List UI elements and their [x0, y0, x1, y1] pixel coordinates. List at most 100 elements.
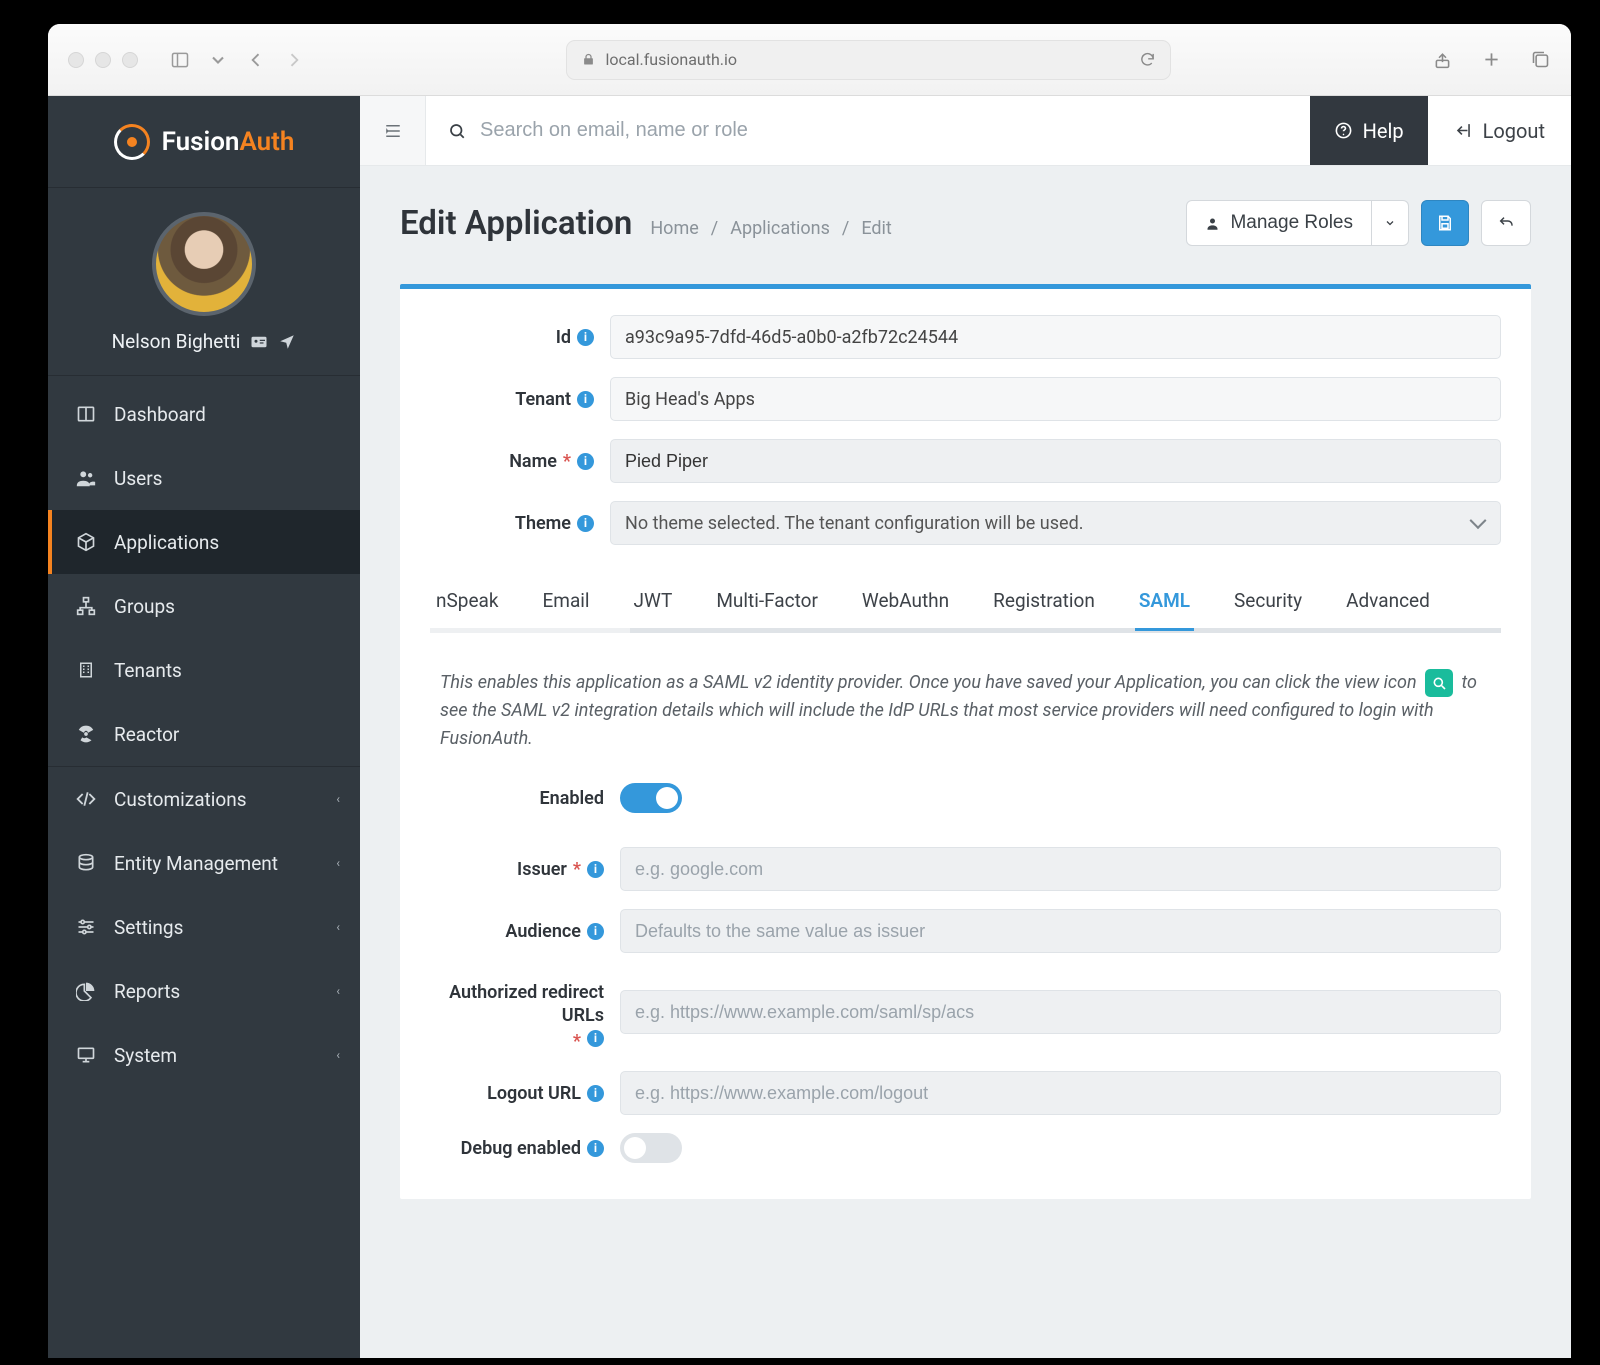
tab-multi-factor[interactable]: Multi-Factor [712, 575, 822, 628]
info-icon[interactable]: i [587, 1085, 604, 1102]
redirect-urls-field[interactable] [620, 990, 1501, 1034]
audience-label: Audience [505, 921, 581, 942]
sidebar-item-settings[interactable]: Settings‹ [48, 895, 360, 959]
lock-icon [581, 52, 596, 67]
manage-roles-label: Manage Roles [1230, 212, 1353, 234]
logout-url-field[interactable] [620, 1071, 1501, 1115]
enabled-toggle[interactable] [620, 783, 682, 813]
manage-roles-button[interactable]: Manage Roles [1186, 200, 1372, 246]
name-input[interactable] [625, 451, 1486, 472]
sidebar-item-entity-management[interactable]: Entity Management‹ [48, 831, 360, 895]
redirect-urls-input[interactable] [635, 1002, 1486, 1023]
chevron-left-icon: ‹ [336, 1048, 340, 1062]
info-icon[interactable]: i [577, 515, 594, 532]
magnifier-chip-icon [1425, 669, 1453, 697]
crumb-applications[interactable]: Applications [730, 218, 830, 239]
tab-webauthn[interactable]: WebAuthn [858, 575, 953, 628]
search-input[interactable] [480, 119, 1288, 142]
sidebar-item-label: Settings [114, 916, 183, 939]
sidebar-item-reactor[interactable]: Reactor [48, 702, 360, 766]
tab-nspeak[interactable]: nSpeak [432, 575, 502, 628]
chevron-left-icon: ‹ [336, 792, 340, 806]
theme-select[interactable]: No theme selected. The tenant configurat… [610, 501, 1501, 545]
name-field[interactable] [610, 439, 1501, 483]
window-close[interactable] [68, 52, 84, 68]
columns-icon [74, 404, 98, 424]
search-icon [448, 122, 466, 140]
save-button[interactable] [1421, 200, 1469, 246]
sidebar-item-users[interactable]: Users [48, 446, 360, 510]
manage-roles-dropdown[interactable] [1372, 200, 1409, 246]
brand-name-a: Fusion [162, 127, 240, 157]
info-icon[interactable]: i [577, 391, 594, 408]
tab-security[interactable]: Security [1230, 575, 1306, 628]
tab-saml[interactable]: SAML [1135, 575, 1194, 628]
tab-email[interactable]: Email [538, 575, 593, 628]
back-button[interactable] [1481, 200, 1531, 246]
page-title: Edit Application [400, 204, 632, 243]
audience-input[interactable] [635, 921, 1486, 942]
issuer-field[interactable] [620, 847, 1501, 891]
sidebar-item-dashboard[interactable]: Dashboard [48, 382, 360, 446]
tabs-icon[interactable] [1530, 49, 1551, 70]
debug-toggle[interactable] [620, 1133, 682, 1163]
tabs: nSpeak Email JWT Multi-Factor WebAuthn R… [430, 575, 1501, 631]
tab-advanced[interactable]: Advanced [1342, 575, 1434, 628]
forward-icon[interactable] [284, 50, 304, 70]
chevron-left-icon: ‹ [336, 856, 340, 870]
issuer-input[interactable] [635, 859, 1486, 880]
window-zoom[interactable] [122, 52, 138, 68]
logout-button[interactable]: Logout [1428, 96, 1571, 165]
sidebar-item-groups[interactable]: Groups [48, 574, 360, 638]
tenant-field: Big Head's Apps [610, 377, 1501, 421]
debug-label: Debug enabled [461, 1138, 581, 1159]
back-icon[interactable] [246, 50, 266, 70]
crumb-current: Edit [861, 218, 891, 239]
tab-jwt[interactable]: JWT [630, 575, 677, 628]
sidebar-item-tenants[interactable]: Tenants [48, 638, 360, 702]
help-label: Help [1363, 119, 1404, 143]
sidebar-item-reports[interactable]: Reports ‹ [48, 959, 360, 1023]
new-tab-icon[interactable] [1481, 49, 1502, 70]
cube-icon [74, 532, 98, 552]
chevron-down-icon[interactable] [208, 50, 228, 70]
address-bar[interactable]: local.fusionauth.io [566, 40, 1171, 80]
id-label: Id [556, 327, 571, 348]
logout-url-input[interactable] [635, 1083, 1486, 1104]
brand-logo-icon [114, 124, 150, 160]
info-icon[interactable]: i [587, 861, 604, 878]
browser-window: local.fusionauth.io [48, 24, 1571, 1358]
code-icon [74, 789, 98, 809]
sidebar-item-system[interactable]: System‹ [48, 1023, 360, 1087]
audience-field[interactable] [620, 909, 1501, 953]
sidebar-item-label: Reports [114, 980, 180, 1003]
brand[interactable]: FusionAuth [48, 96, 360, 188]
logout-label: Logout [1483, 119, 1545, 143]
info-icon[interactable]: i [587, 1030, 604, 1047]
id-card-icon[interactable] [250, 333, 268, 351]
sidebar-item-label: Applications [114, 531, 219, 554]
collapse-sidebar-button[interactable] [360, 96, 426, 165]
window-minimize[interactable] [95, 52, 111, 68]
issuer-label: Issuer [517, 859, 567, 880]
breadcrumb: Home/ Applications/ Edit [650, 218, 891, 239]
enabled-label: Enabled [540, 788, 605, 809]
avatar[interactable] [152, 212, 256, 316]
info-icon[interactable]: i [587, 1140, 604, 1157]
info-icon[interactable]: i [587, 923, 604, 940]
reload-icon[interactable] [1139, 51, 1156, 68]
sidebar-item-applications[interactable]: Applications [48, 510, 360, 574]
info-icon[interactable]: i [577, 329, 594, 346]
help-button[interactable]: Help [1310, 96, 1428, 165]
crumb-home[interactable]: Home [650, 218, 698, 239]
location-icon[interactable] [278, 333, 296, 351]
tab-registration[interactable]: Registration [989, 575, 1099, 628]
chevron-left-icon: ‹ [336, 984, 340, 998]
info-icon[interactable]: i [577, 453, 594, 470]
logout-url-label: Logout URL [487, 1083, 581, 1104]
sidebar-item-label: Users [114, 467, 162, 490]
sidebar-toggle-icon[interactable] [170, 50, 190, 70]
share-icon[interactable] [1432, 49, 1453, 70]
sidebar-item-customizations[interactable]: Customizations‹ [48, 767, 360, 831]
building-icon [74, 660, 98, 680]
